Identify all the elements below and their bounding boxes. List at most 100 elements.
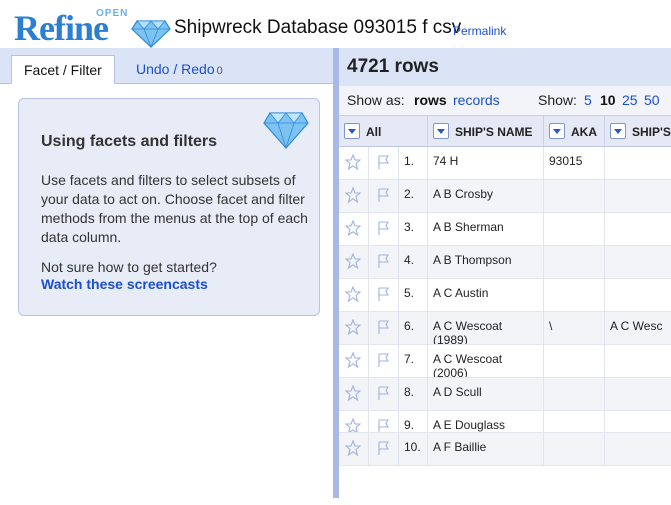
row-number: 6. <box>399 312 428 344</box>
flag-icon[interactable] <box>369 246 399 278</box>
diamond-icon <box>263 109 309 154</box>
cell-ships[interactable] <box>605 378 671 410</box>
row-number: 3. <box>399 213 428 245</box>
column-header-all[interactable]: All <box>339 116 428 147</box>
star-icon[interactable] <box>339 213 369 245</box>
chevron-down-icon[interactable] <box>344 123 360 139</box>
cell-ships[interactable] <box>605 433 671 465</box>
cell-aka[interactable] <box>544 345 605 377</box>
facet-help-box: Using facets and filters Use facets and … <box>18 98 320 316</box>
table-row: 4. A B Thompson <box>339 246 671 279</box>
cell-ships-name[interactable]: A B Sherman <box>428 213 544 245</box>
chevron-down-icon[interactable] <box>433 123 449 139</box>
flag-icon[interactable] <box>369 279 399 311</box>
tab-facet-filter-label: Facet / Filter <box>24 62 102 78</box>
page-size-10[interactable]: 10 <box>600 92 616 108</box>
app-header: OPEN Refine Shipwreck Database 093015 f … <box>0 0 671 49</box>
cell-ships-name[interactable]: A C Austin <box>428 279 544 311</box>
table-row: 10. A F Baillie <box>339 433 671 466</box>
cell-aka[interactable] <box>544 378 605 410</box>
cell-ships[interactable] <box>605 246 671 278</box>
cell-ships-name[interactable]: A F Baillie <box>428 433 544 465</box>
show-as-label: Show as: <box>347 92 405 108</box>
row-number: 2. <box>399 180 428 212</box>
cell-ships-name[interactable]: 74 H <box>428 147 544 179</box>
cell-aka[interactable]: 93015 <box>544 147 605 179</box>
openrefine-logo[interactable]: OPEN Refine <box>14 6 171 49</box>
cell-ships-name[interactable]: A E Douglass <box>428 411 544 432</box>
cell-ships[interactable] <box>605 345 671 377</box>
flag-icon[interactable] <box>369 433 399 465</box>
star-icon[interactable] <box>339 147 369 179</box>
table-header: All SHIP'S NAME AKA SHIP'S <box>339 116 671 147</box>
star-icon[interactable] <box>339 345 369 377</box>
page-size-5[interactable]: 5 <box>584 92 592 108</box>
cell-ships-name[interactable]: A B Crosby <box>428 180 544 212</box>
star-icon[interactable] <box>339 433 369 465</box>
star-icon[interactable] <box>339 378 369 410</box>
star-icon[interactable] <box>339 246 369 278</box>
tab-undo-redo[interactable]: Undo / Redo 0 <box>124 55 235 84</box>
flag-icon[interactable] <box>369 147 399 179</box>
cell-ships[interactable] <box>605 411 671 432</box>
cell-aka[interactable] <box>544 411 605 432</box>
cell-ships-name[interactable]: A C Wescoat (1989) <box>428 312 544 344</box>
tab-facet-filter[interactable]: Facet / Filter <box>11 55 115 84</box>
flag-icon[interactable] <box>369 378 399 410</box>
table-row: 2. A B Crosby <box>339 180 671 213</box>
flag-icon[interactable] <box>369 180 399 212</box>
page-size-50[interactable]: 50 <box>644 92 660 108</box>
cell-aka[interactable] <box>544 246 605 278</box>
row-number: 9. <box>399 411 428 432</box>
chevron-down-icon[interactable] <box>549 123 565 139</box>
tab-undo-redo-label: Undo / Redo <box>136 61 215 77</box>
cell-aka[interactable] <box>544 433 605 465</box>
flag-icon[interactable] <box>369 213 399 245</box>
row-number: 10. <box>399 433 428 465</box>
cell-ships[interactable] <box>605 180 671 212</box>
page-size-25[interactable]: 25 <box>622 92 638 108</box>
cell-ships[interactable] <box>605 279 671 311</box>
cell-ships-name[interactable]: A B Thompson <box>428 246 544 278</box>
view-options-bar: Show as: rows records Show: 5 10 25 50 <box>339 86 671 116</box>
column-label: All <box>366 125 382 139</box>
data-panel: 4721 rows Show as: rows records Show: 5 … <box>339 48 671 505</box>
column-label: SHIP'S <box>632 125 671 139</box>
column-header-ships[interactable]: SHIP'S <box>605 116 671 147</box>
star-icon[interactable] <box>339 312 369 344</box>
mode-records[interactable]: records <box>453 92 500 108</box>
cell-ships[interactable] <box>605 147 671 179</box>
table-row: 9. A E Douglass <box>339 411 671 433</box>
star-icon[interactable] <box>339 411 369 432</box>
star-icon[interactable] <box>339 180 369 212</box>
undo-count: 0 <box>216 65 223 77</box>
column-header-aka[interactable]: AKA <box>544 116 605 147</box>
column-header-ships-name[interactable]: SHIP'S NAME <box>428 116 544 147</box>
flag-icon[interactable] <box>369 411 399 432</box>
project-title[interactable]: Shipwreck Database 093015 f csv <box>174 17 461 39</box>
flag-icon[interactable] <box>369 345 399 377</box>
screencasts-link[interactable]: Watch these screencasts <box>41 276 208 292</box>
cell-aka[interactable] <box>544 213 605 245</box>
summary-bar: 4721 rows <box>339 48 671 86</box>
help-title: Using facets and filters <box>41 133 218 150</box>
cell-ships-name[interactable]: A D Scull <box>428 378 544 410</box>
table-row: 1. 74 H 93015 <box>339 147 671 180</box>
flag-icon[interactable] <box>369 312 399 344</box>
star-icon[interactable] <box>339 279 369 311</box>
help-question: Not sure how to get started? <box>41 259 217 275</box>
row-number: 4. <box>399 246 428 278</box>
cell-ships-name[interactable]: A C Wescoat (2006) <box>428 345 544 377</box>
cell-aka[interactable]: \ <box>544 312 605 344</box>
cell-ships[interactable] <box>605 213 671 245</box>
logo-refine-text: Refine <box>14 8 109 48</box>
permalink-link[interactable]: Permalink <box>453 24 506 38</box>
mode-rows[interactable]: rows <box>414 92 447 108</box>
cell-aka[interactable] <box>544 180 605 212</box>
cell-aka[interactable] <box>544 279 605 311</box>
chevron-down-icon[interactable] <box>610 123 626 139</box>
row-number: 5. <box>399 279 428 311</box>
cell-ships[interactable]: A C Wesc <box>605 312 671 344</box>
row-number: 7. <box>399 345 428 377</box>
row-count: 4721 rows <box>347 56 439 77</box>
